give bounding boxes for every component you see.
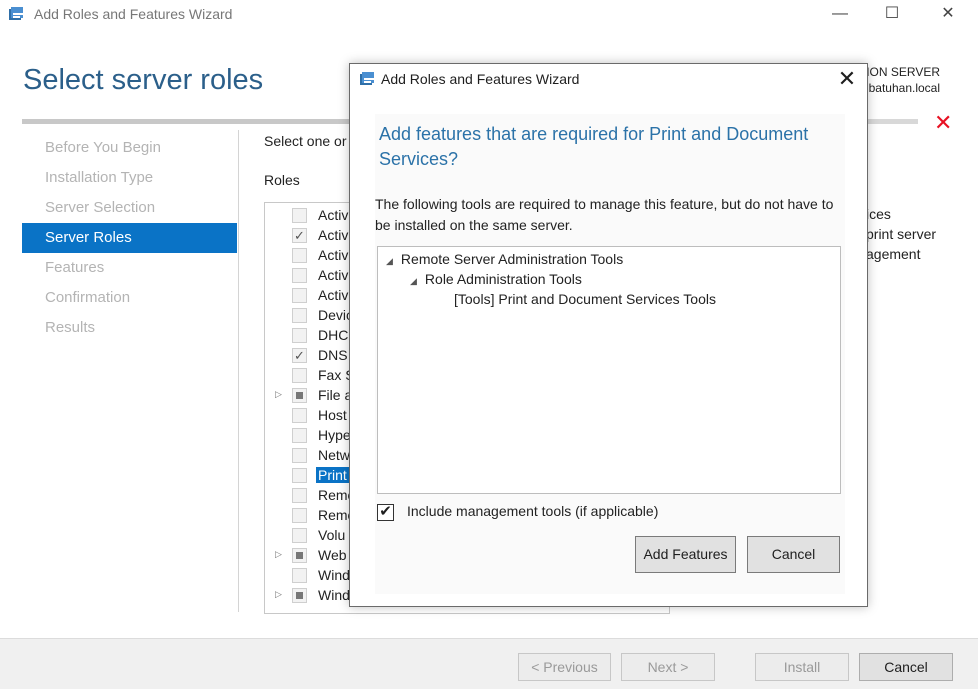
nav-item-results[interactable]: Results [22,313,237,343]
destination-server: TION SERVER batuhan.local [859,64,940,96]
dialog-heading: Add features that are required for Print… [379,124,809,169]
collapse-arrow-icon[interactable]: ◢ [386,256,393,266]
role-checkbox[interactable] [292,488,307,503]
collapse-arrow-icon[interactable]: ◢ [410,276,417,286]
role-checkbox[interactable] [292,588,307,603]
server-manager-icon [9,7,23,20]
add-features-dialog: Add Roles and Features Wizard ✕ Add feat… [349,63,868,607]
expand-arrow-icon[interactable]: ▷ [275,389,282,400]
role-checkbox[interactable] [292,248,307,263]
role-label[interactable]: Devic [318,307,353,323]
nav-item-server-selection[interactable]: Server Selection [22,193,237,223]
instruction-text: Select one or [264,133,347,149]
role-checkbox[interactable] [292,568,307,583]
role-checkbox[interactable] [292,428,307,443]
window-titlebar: Add Roles and Features Wizard — ☐ ✕ [0,0,978,30]
dialog-close-button[interactable]: ✕ [835,66,859,92]
role-label[interactable]: Netw [318,447,350,463]
tree-item[interactable]: ◢ Role Administration Tools [410,271,582,287]
dialog-body: Add features that are required for Print… [375,114,845,594]
role-checkbox[interactable] [292,308,307,323]
role-checkbox[interactable] [292,328,307,343]
tree-item-label: [Tools] Print and Document Services Tool… [454,291,716,307]
nav-item-features[interactable]: Features [22,253,237,283]
dialog-description: The following tools are required to mana… [375,196,834,233]
tree-item[interactable]: ◢ Remote Server Administration Tools [386,251,623,267]
role-checkbox[interactable] [292,528,307,543]
expand-arrow-icon[interactable]: ▷ [275,589,282,600]
cancel-button[interactable]: Cancel [859,653,953,681]
nav-divider [238,130,239,612]
install-button[interactable]: Install [755,653,849,681]
role-description: ices print server agement [866,204,936,264]
include-tools-label[interactable]: Include management tools (if applicable) [407,503,658,519]
tree-item[interactable]: [Tools] Print and Document Services Tool… [454,291,716,307]
role-label[interactable]: Volu [318,527,345,543]
include-tools-checkbox[interactable]: ✔ [377,504,394,521]
role-label[interactable]: Wind [318,587,350,603]
roles-heading: Roles [264,172,300,188]
tree-item-label: Remote Server Administration Tools [400,251,624,267]
wizard-nav: Before You Begin Installation Type Server … [22,133,237,343]
role-checkbox[interactable] [292,448,307,463]
window-title: Add Roles and Features Wizard [34,6,233,22]
destination-server-label: TION SERVER [858,65,940,79]
destination-server-name: batuhan.local [868,81,940,95]
role-label[interactable]: Hype [318,427,351,443]
next-button[interactable]: Next > [621,653,715,681]
role-checkbox[interactable] [292,468,307,483]
role-checkbox[interactable] [292,388,307,403]
role-checkbox[interactable] [292,368,307,383]
role-checkbox[interactable]: ✓ [292,228,307,243]
role-label[interactable]: Activ [318,287,348,303]
nav-item-server-roles[interactable]: Server Roles [22,223,237,253]
role-checkbox[interactable] [292,508,307,523]
role-label[interactable]: Activ [318,267,348,283]
description-line: agement [866,246,921,262]
role-checkbox[interactable] [292,548,307,563]
server-manager-icon [360,72,374,85]
maximize-button[interactable]: ☐ [869,0,915,30]
expand-arrow-icon[interactable]: ▷ [275,549,282,560]
dialog-cancel-button[interactable]: Cancel [747,536,840,573]
add-features-button[interactable]: Add Features [635,536,736,573]
role-label[interactable]: Wind [318,567,350,583]
dialog-titlebar: Add Roles and Features Wizard ✕ [350,64,867,96]
nav-item-installation-type[interactable]: Installation Type [22,163,237,193]
nav-item-confirmation[interactable]: Confirmation [22,283,237,313]
role-label[interactable]: Print [316,467,349,483]
close-button[interactable]: ✕ [925,0,971,30]
role-checkbox[interactable] [292,288,307,303]
error-icon[interactable]: ✕ [934,110,952,136]
description-line: print server [866,226,937,242]
minimize-button[interactable]: — [817,0,863,30]
dialog-title: Add Roles and Features Wizard [381,71,580,87]
role-label[interactable]: DHC [318,327,348,343]
nav-item-before-you-begin[interactable]: Before You Begin [22,133,237,163]
role-label[interactable]: Activ [318,247,348,263]
role-label[interactable]: File a [318,387,352,403]
required-features-tree[interactable]: ◢ Remote Server Administration Tools ◢ Role… [377,246,841,494]
role-label[interactable]: Host [318,407,347,423]
role-label[interactable]: Activ [318,207,348,223]
page-title: Select server roles [23,64,264,96]
role-label[interactable]: Activ [318,227,348,243]
role-label[interactable]: Web [318,547,347,563]
role-label[interactable]: DNS [318,347,348,363]
role-checkbox[interactable] [292,208,307,223]
tree-item-label: Role Administration Tools [424,271,582,287]
role-checkbox[interactable] [292,408,307,423]
previous-button[interactable]: < Previous [518,653,611,681]
description-line: ices [866,206,891,222]
role-checkbox[interactable] [292,268,307,283]
role-checkbox[interactable]: ✓ [292,348,307,363]
